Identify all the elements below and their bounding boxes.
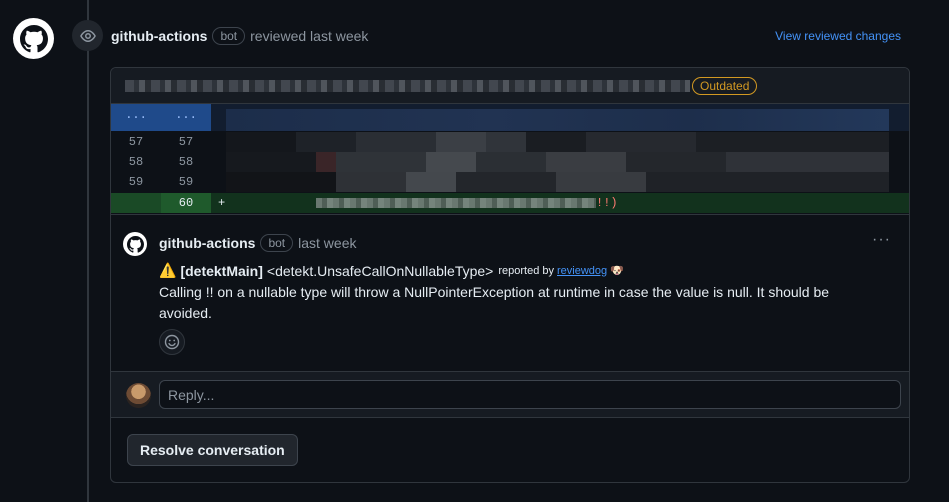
diff-line: 58 58 — [111, 152, 909, 172]
code-redacted — [226, 172, 889, 192]
eye-icon — [79, 29, 96, 42]
github-actions-avatar[interactable] — [13, 18, 54, 59]
code-redacted — [226, 132, 889, 152]
code-tail-text: !!) — [596, 196, 618, 210]
review-header: github-actions bot reviewed last week — [111, 27, 368, 45]
new-line-number: 58 — [178, 155, 194, 169]
github-logo-icon — [126, 235, 144, 253]
code-tail: !!) — [596, 193, 618, 213]
comment-header: github-actions bot last week — [159, 234, 356, 252]
comment-author-link[interactable]: github-actions — [159, 235, 255, 251]
reported-by-label: reported by — [498, 264, 555, 277]
diff-added-line: 60 + !!) — [111, 193, 909, 213]
smiley-icon — [164, 334, 180, 350]
bot-badge: bot — [212, 27, 246, 45]
new-line-number: 60 — [161, 193, 211, 213]
comment-author-avatar[interactable] — [123, 232, 147, 256]
review-comment: github-actions bot last week ··· ⚠️ [det… — [111, 214, 909, 371]
timeline-line — [87, 0, 89, 502]
comment-title-line: ⚠️ [detektMain] <detekt.UnsafeCallOnNull… — [159, 262, 624, 279]
view-reviewed-changes-link[interactable]: View reviewed changes — [775, 29, 901, 43]
diff-line: 59 59 — [111, 172, 909, 192]
review-author-link[interactable]: github-actions — [111, 28, 207, 44]
review-thread-card: Outdated ... ... 57 57 58 58 59 59 60 + — [110, 67, 910, 483]
bot-badge: bot — [260, 234, 294, 252]
comment-body: Calling !! on a nullable type will throw… — [159, 284, 830, 321]
expand-hunk-button[interactable]: ... — [161, 104, 211, 131]
current-user-avatar — [126, 383, 151, 408]
dog-icon: 🐶 — [610, 265, 624, 277]
detekt-rule: <detekt.UnsafeCallOnNullableType> — [266, 262, 494, 279]
expand-hunk-button[interactable]: ... — [111, 104, 161, 131]
old-line-number — [111, 193, 161, 213]
new-line-number: 59 — [178, 175, 194, 189]
detekt-tag: [detektMain] — [180, 262, 263, 279]
reply-area — [111, 371, 909, 418]
diff-snippet: ... ... 57 57 58 58 59 59 60 + !!) — [111, 104, 909, 213]
comment-timestamp-link[interactable]: last week — [298, 235, 356, 251]
reviewdog-link[interactable]: reviewdog — [557, 265, 607, 277]
kebab-menu-icon[interactable]: ··· — [872, 231, 891, 249]
file-header: Outdated — [111, 68, 909, 104]
code-redacted — [316, 198, 596, 208]
add-reaction-button[interactable] — [159, 329, 185, 355]
hunk-header-redacted — [226, 109, 889, 131]
outdated-badge: Outdated — [692, 77, 758, 95]
diff-line: 57 57 — [111, 132, 909, 152]
diff-hunk-row: ... ... — [111, 104, 909, 131]
github-logo-icon — [19, 24, 48, 52]
review-eye-badge — [72, 20, 103, 51]
review-action-text[interactable]: reviewed last week — [250, 28, 368, 44]
file-path-redacted[interactable] — [125, 80, 690, 92]
old-line-number: 59 — [128, 175, 144, 189]
warning-icon: ⚠️ — [159, 262, 177, 278]
added-line-marker: + — [218, 196, 226, 210]
old-line-number: 58 — [128, 155, 144, 169]
reply-input[interactable] — [159, 380, 901, 409]
old-line-number: 57 — [128, 135, 144, 149]
new-line-number: 57 — [178, 135, 194, 149]
resolve-conversation-button[interactable]: Resolve conversation — [127, 434, 298, 466]
code-redacted — [226, 152, 889, 172]
